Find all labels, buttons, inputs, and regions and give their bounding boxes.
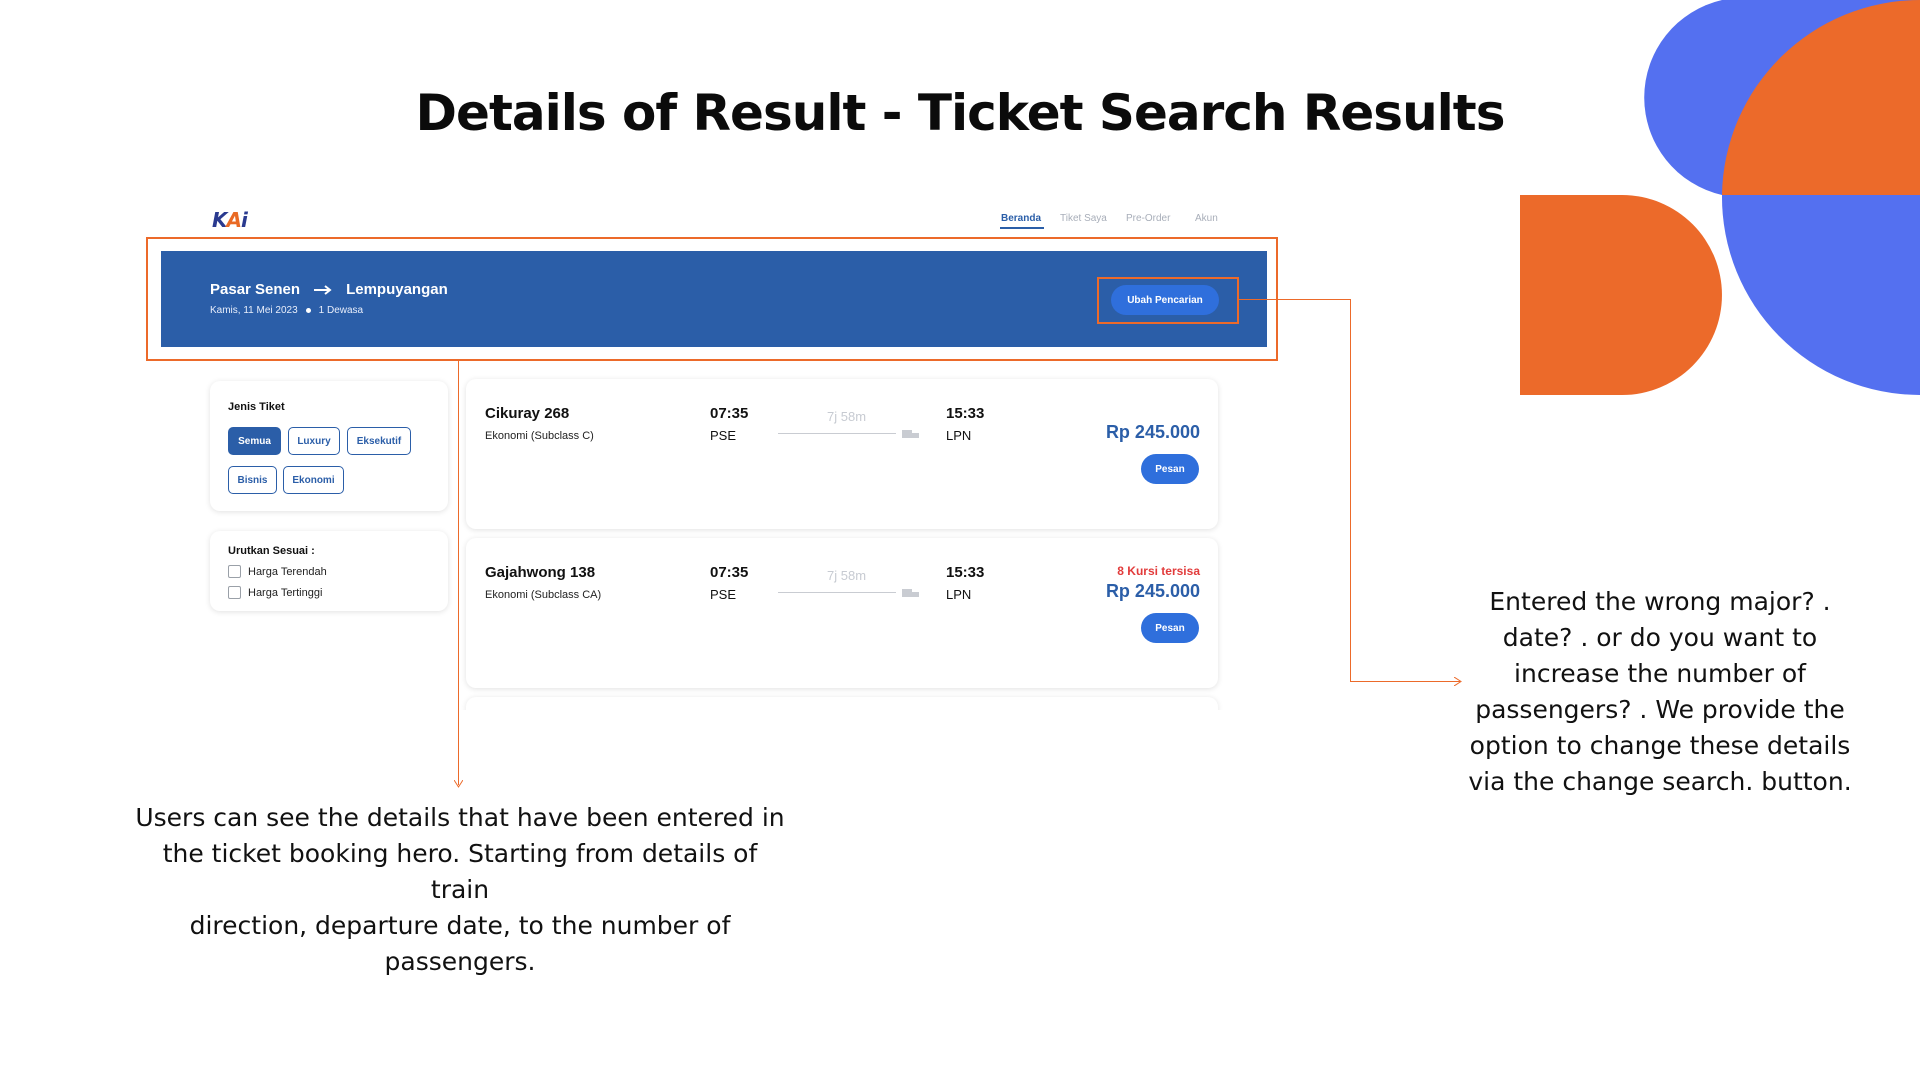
chip-ekonomi[interactable]: Ekonomi xyxy=(283,466,344,494)
nav-pre-order[interactable]: Pre-Order xyxy=(1126,213,1170,224)
kai-logo[interactable]: KAi xyxy=(212,208,248,232)
train-result-card[interactable] xyxy=(466,379,1218,529)
arrival-time: 15:33 xyxy=(946,405,985,422)
departure-station: PSE xyxy=(710,587,737,602)
blue-quarter-circle-shape xyxy=(1721,195,1920,395)
decorative-shapes xyxy=(1520,0,1920,395)
ticket-type-heading: Jenis Tiket xyxy=(228,401,285,413)
origin-station: Pasar Senen xyxy=(210,281,301,298)
route-details: Kamis, 11 Mei 2023 1 Dewasa xyxy=(210,305,363,316)
arrival-station: LPN xyxy=(946,587,972,602)
nav-beranda[interactable]: Beranda xyxy=(1001,213,1041,224)
sort-heading: Urutkan Sesuai : xyxy=(228,545,315,557)
train-class: Ekonomi (Subclass C) xyxy=(485,430,594,442)
route-summary: Pasar Senen Lempuyangan xyxy=(210,281,448,298)
departure-date: Kamis, 11 Mei 2023 xyxy=(210,305,298,316)
nav-tiket-saya[interactable]: Tiket Saya xyxy=(1060,213,1107,224)
book-button[interactable]: Pesan xyxy=(1141,454,1199,484)
connector-arrow-icon xyxy=(454,780,463,788)
separator-dot xyxy=(305,308,311,313)
chip-semua[interactable]: Semua xyxy=(228,427,281,455)
ticket-price: Rp 245.000 xyxy=(1105,581,1200,601)
book-button[interactable]: Pesan xyxy=(1141,613,1199,643)
chip-bisnis[interactable]: Bisnis xyxy=(228,466,277,494)
button-connector-line xyxy=(1239,299,1351,300)
train-name: Gajahwong 138 xyxy=(485,564,596,581)
change-search-button[interactable]: Ubah Pencarian xyxy=(1111,285,1219,315)
arrival-time: 15:33 xyxy=(946,564,985,581)
train-icon xyxy=(902,430,919,438)
chip-eksekutif[interactable]: Eksekutif xyxy=(347,427,411,455)
departure-station: PSE xyxy=(710,428,737,443)
train-result-card[interactable] xyxy=(466,538,1218,688)
ticket-price: Rp 245.000 xyxy=(1105,422,1200,442)
trip-duration: 7j 58m xyxy=(827,409,867,424)
nav-active-indicator xyxy=(1000,227,1044,229)
train-class: Ekonomi (Subclass CA) xyxy=(485,589,602,601)
route-line xyxy=(778,433,896,434)
arrival-station: LPN xyxy=(946,428,972,443)
slide-title: Details of Result - Ticket Search Result… xyxy=(415,84,1506,142)
checkbox[interactable] xyxy=(228,586,241,599)
passenger-count: 1 Dewasa xyxy=(318,305,364,316)
seats-remaining: 8 Kursi tersisa xyxy=(1117,564,1200,578)
button-connector-line xyxy=(1350,299,1351,682)
nav-akun[interactable]: Akun xyxy=(1195,213,1218,224)
route-line xyxy=(778,592,896,593)
sort-option-highest-price[interactable]: Harga Tertinggi xyxy=(228,586,322,599)
sort-option-lowest-price[interactable]: Harga Terendah xyxy=(228,565,327,578)
train-icon xyxy=(902,589,919,597)
departure-time: 07:35 xyxy=(710,405,749,422)
hero-connector-line xyxy=(458,361,459,785)
chip-luxury[interactable]: Luxury xyxy=(288,427,340,455)
hero-caption: Users can see the details that have been… xyxy=(135,803,785,976)
mockup-crop-mask xyxy=(440,710,1260,750)
arrow-right-icon xyxy=(314,284,332,295)
trip-duration: 7j 58m xyxy=(827,568,867,583)
checkbox[interactable] xyxy=(228,565,241,578)
destination-station: Lempuyangan xyxy=(346,281,448,298)
orange-d-shape xyxy=(1520,195,1722,395)
departure-time: 07:35 xyxy=(710,564,749,581)
change-search-caption: Entered the wrong major? . date? . or do… xyxy=(1468,587,1852,796)
train-name: Cikuray 268 xyxy=(485,405,570,422)
